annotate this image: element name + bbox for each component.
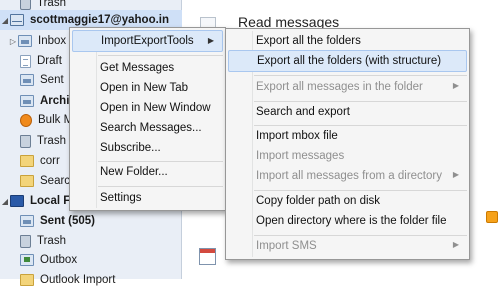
sent-icon [20,215,34,227]
trash-icon [20,234,31,248]
menu-item-label: Export all messages in the folder [256,81,423,93]
account-icon [10,14,24,26]
submenu-item-export-all-messages: Export all messages in the folder ▶ [228,76,467,98]
submenu-arrow-icon: ▶ [452,81,459,90]
submenu-item-import-sms: Import SMS ▶ [228,235,467,257]
submenu-item-export-all-folders[interactable]: Export all the folders [228,30,467,52]
submenu-item-open-directory[interactable]: Open directory where is the folder file [228,210,467,232]
folder-outbox[interactable]: Outbox [0,250,182,270]
menu-item-label: Import mbox file [256,130,338,142]
folder-local-sent[interactable]: Sent (505) [0,211,182,231]
outbox-icon [20,254,34,266]
local-folders-icon [10,195,24,207]
expand-arrow-icon[interactable]: ▷ [8,37,18,46]
submenu-item-copy-folder-path[interactable]: Copy folder path on disk [228,190,467,212]
inbox-icon [18,35,32,47]
submenu-item-export-all-folders-structure[interactable]: Export all the folders (with structure) [228,50,467,72]
draft-icon [20,54,31,68]
submenu-item-search-and-export[interactable]: Search and export [228,101,467,123]
menu-item-importexporttools[interactable]: ImportExportTools ▶ [72,30,223,52]
trash-icon [20,0,31,10]
submenu-item-import-messages: Import messages [228,145,467,167]
folder-icon [20,155,34,167]
submenu-arrow-icon: ▶ [452,170,459,179]
menu-item-label: Open in New Window [100,102,211,114]
calendar-icon[interactable] [199,248,216,265]
junk-icon [20,113,32,127]
menu-item-label: Get Messages [100,62,175,74]
menu-item-get-messages[interactable]: Get Messages [72,57,223,79]
folder-label: Draft [37,55,62,67]
menu-item-label: Import messages [256,150,345,162]
folder-label: Outlook Import [40,274,116,286]
folder-label: Outbox [40,254,78,266]
menu-item-settings[interactable]: Settings [72,187,223,209]
sent-icon [20,74,34,86]
menu-item-new-folder[interactable]: New Folder... [72,161,223,183]
folder-icon [20,175,34,187]
menu-item-subscribe[interactable]: Subscribe... [72,137,223,159]
folder-label: Trash [37,135,66,147]
importexporttools-submenu: Export all the folders Export all the fo… [225,28,470,260]
rss-icon[interactable] [486,211,498,223]
submenu-arrow-icon: ▶ [452,240,459,249]
menu-item-label: New Folder... [100,166,168,178]
menu-item-label: Search Messages... [100,122,202,134]
submenu-item-import-all-from-directory: Import all messages from a directory ▶ [228,165,467,187]
folder-icon [20,274,34,286]
folder-label: Inbox [38,35,67,47]
menu-item-label: ImportExportTools [101,35,194,47]
menu-separator [98,55,223,56]
menu-item-label: Open in New Tab [100,82,189,94]
menu-item-search-messages[interactable]: Search Messages... [72,117,223,139]
menu-item-label: Subscribe... [100,142,161,154]
folder-context-menu: ImportExportTools ▶ Get Messages Open in… [69,27,226,211]
folder-label: Trash [37,0,66,9]
menu-item-label: Open directory where is the folder file [256,215,447,227]
menu-item-label: Import SMS [256,240,317,252]
folder-local-trash[interactable]: Trash [0,231,182,251]
collapse-arrow-icon[interactable]: ◢ [0,197,10,206]
menu-item-label: Copy folder path on disk [256,195,381,207]
menu-item-label: Search and export [256,106,350,118]
submenu-item-import-mbox[interactable]: Import mbox file [228,125,467,147]
folder-label: Sent (505) [40,215,95,227]
folder-outlook-import[interactable]: Outlook Import [0,270,182,290]
folder-label: Sent [40,74,64,86]
archive-icon [20,95,34,107]
folder-label: corr [40,155,60,167]
menu-item-label: Settings [100,192,142,204]
menu-item-label: Export all the folders (with structure) [257,55,442,67]
collapse-arrow-icon[interactable]: ◢ [0,16,10,25]
folder-label: Trash [37,235,66,247]
account-label: scottmaggie17@yahoo.in [30,14,170,26]
menu-item-label: Export all the folders [256,35,361,47]
menu-item-open-new-window[interactable]: Open in New Window [72,97,223,119]
trash-icon [20,134,31,148]
submenu-arrow-icon: ▶ [207,36,214,45]
menu-item-label: Import all messages from a directory [256,170,442,182]
menu-item-open-new-tab[interactable]: Open in New Tab [72,77,223,99]
